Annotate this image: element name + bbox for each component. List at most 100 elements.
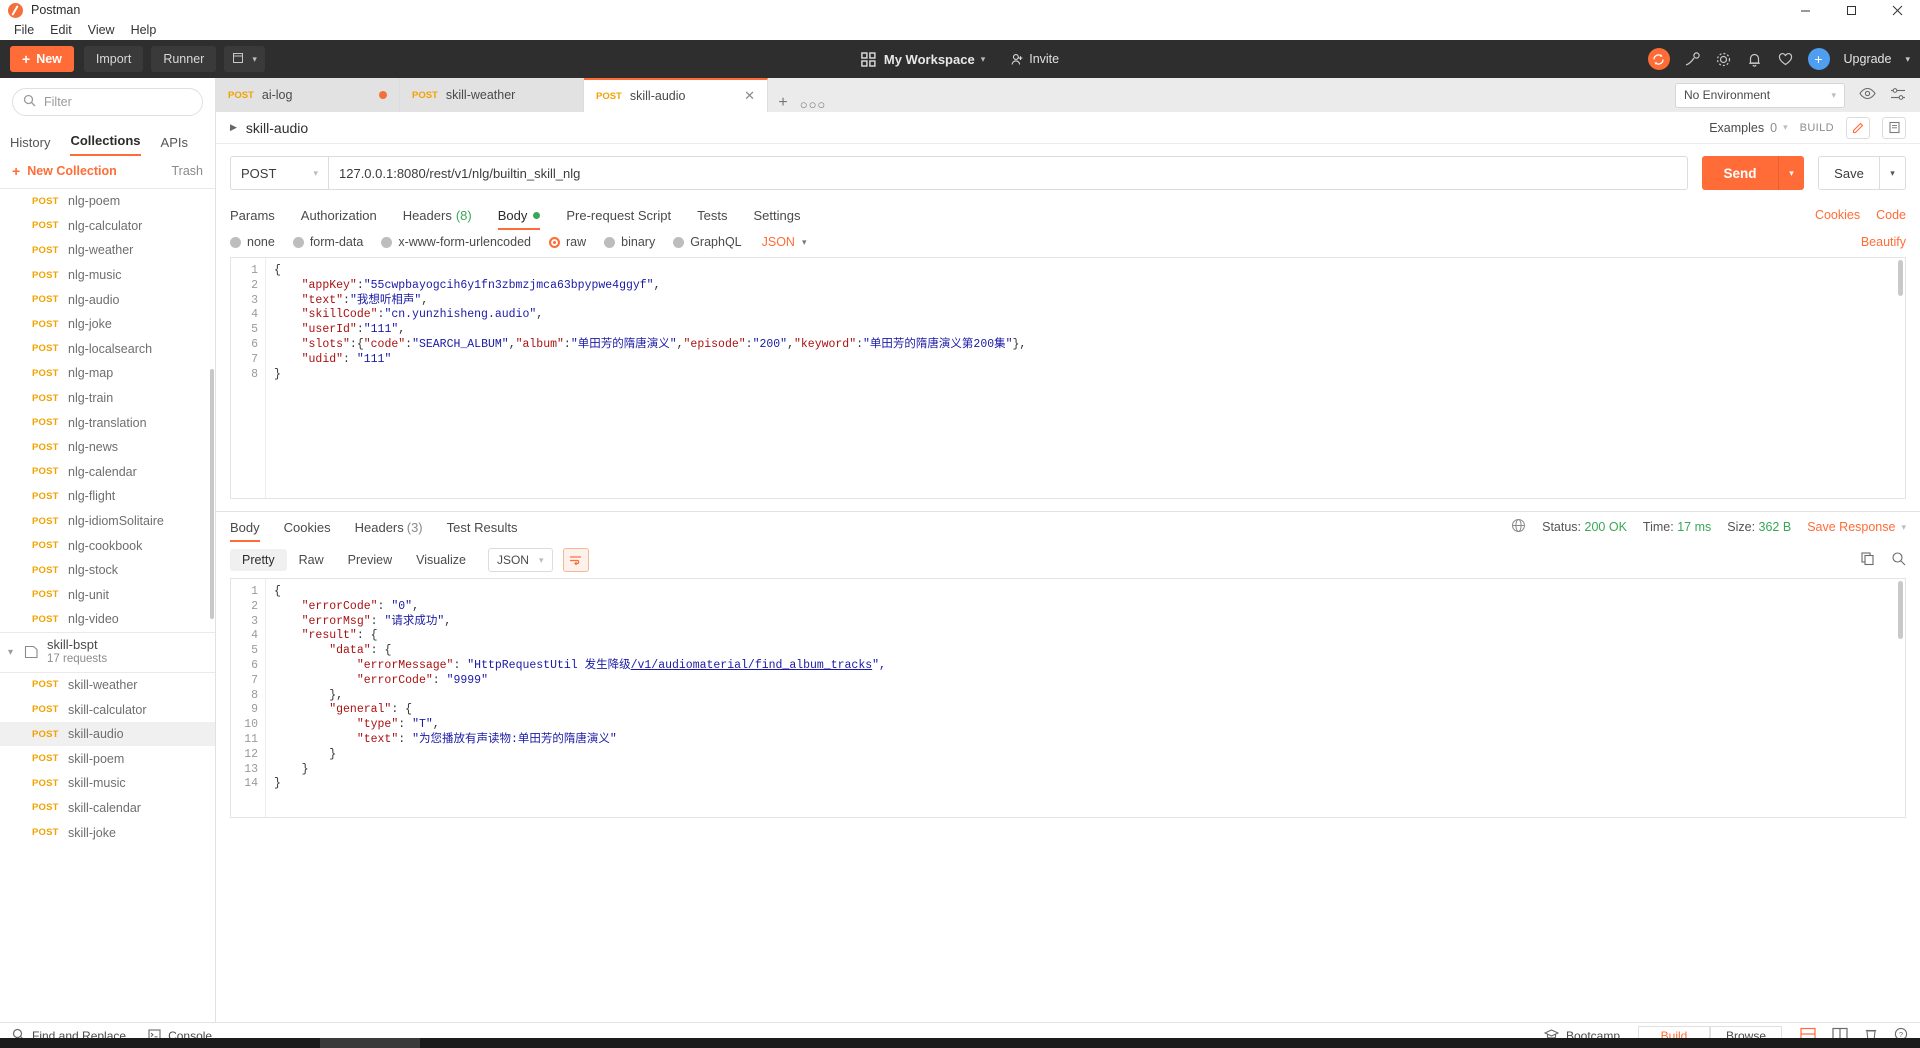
response-view-preview[interactable]: Preview	[336, 549, 404, 571]
sidebar-request-skill-calendar[interactable]: POST skill-calendar	[0, 796, 215, 821]
body-type-raw[interactable]: raw	[549, 235, 586, 249]
menu-item-help[interactable]: Help	[123, 23, 165, 37]
sidebar-request-nlg-weather[interactable]: POST nlg-weather	[0, 238, 215, 263]
close-tab-icon[interactable]: ✕	[744, 88, 755, 104]
gear-icon[interactable]	[1715, 51, 1732, 68]
method-selector[interactable]: POST ▾	[230, 156, 328, 190]
body-type-form-data[interactable]: form-data	[292, 235, 363, 249]
tab-apis[interactable]: APIs	[161, 135, 188, 156]
sidebar-request-nlg-poem[interactable]: POST nlg-poem	[0, 189, 215, 214]
sidebar-request-nlg-idiomSolitaire[interactable]: POST nlg-idiomSolitaire	[0, 509, 215, 534]
response-tab-test-results[interactable]: Test Results	[447, 512, 518, 542]
menu-item-file[interactable]: File	[6, 23, 42, 37]
sidebar-folder-skill-bspt[interactable]: ▾ skill-bspt 17 requests	[0, 631, 215, 673]
response-view-raw[interactable]: Raw	[287, 549, 336, 571]
new-button[interactable]: + New	[10, 46, 74, 72]
request-tab-settings[interactable]: Settings	[753, 200, 800, 230]
request-tab-skill-weather[interactable]: POST skill-weather	[400, 78, 584, 112]
sidebar-request-nlg-stock[interactable]: POST nlg-stock	[0, 558, 215, 583]
sidebar-request-nlg-audio[interactable]: POST nlg-audio	[0, 287, 215, 312]
menu-item-view[interactable]: View	[80, 23, 123, 37]
sidebar-request-nlg-news[interactable]: POST nlg-news	[0, 435, 215, 460]
body-format-selector[interactable]: JSON ▾	[762, 235, 807, 249]
sidebar-request-skill-audio[interactable]: POST skill-audio	[0, 721, 215, 747]
sidebar-request-nlg-translation[interactable]: POST nlg-translation	[0, 410, 215, 435]
response-body-viewer[interactable]: 1 2 3 4 5 6 7 8 9 10 11 12 13 14 { "errorCode": "0", …	[230, 578, 1906, 818]
response-viewer-scrollbar[interactable]	[1898, 581, 1903, 639]
tab-history[interactable]: History	[10, 135, 50, 156]
eye-icon[interactable]	[1859, 87, 1876, 103]
request-tab-pre-request-script[interactable]: Pre-request Script	[566, 200, 671, 230]
examples-button[interactable]: Examples 0 ▾	[1709, 121, 1787, 135]
search-icon[interactable]	[1891, 551, 1906, 569]
save-button[interactable]: Save	[1818, 156, 1880, 190]
chevron-down-icon[interactable]: ▾	[1905, 54, 1910, 65]
edit-comment-button[interactable]	[1846, 116, 1870, 139]
sidebar-request-nlg-flight[interactable]: POST nlg-flight	[0, 484, 215, 509]
new-collection-button[interactable]: + New Collection	[12, 163, 117, 179]
save-response-button[interactable]: Save Response ▾	[1807, 520, 1906, 534]
sync-status-icon[interactable]	[1647, 48, 1670, 70]
sidebar-request-nlg-cookbook[interactable]: POST nlg-cookbook	[0, 533, 215, 558]
body-type-binary[interactable]: binary	[604, 235, 655, 249]
request-tab-skill-audio[interactable]: POST skill-audio ✕	[584, 78, 768, 112]
maximize-button[interactable]	[1828, 0, 1874, 20]
body-type-none[interactable]: none	[230, 235, 275, 249]
request-body-editor[interactable]: 12345678 { "appKey":"55cwpbayogcih6y1fn3…	[230, 257, 1906, 499]
tab-collections[interactable]: Collections	[70, 133, 141, 156]
request-tab-params[interactable]: Params	[230, 200, 275, 230]
request-tab-tests[interactable]: Tests	[697, 200, 727, 230]
request-tab-headers[interactable]: Headers (8)	[403, 200, 472, 230]
send-options-button[interactable]: ▾	[1778, 156, 1804, 190]
response-format-selector[interactable]: JSON ▾	[487, 548, 553, 572]
upgrade-label[interactable]: Upgrade	[1844, 52, 1892, 66]
sidebar-request-skill-joke[interactable]: POST skill-joke	[0, 820, 215, 845]
sidebar-request-nlg-map[interactable]: POST nlg-map	[0, 361, 215, 386]
minimize-button[interactable]	[1782, 0, 1828, 20]
request-editor-scrollbar[interactable]	[1898, 260, 1903, 296]
sidebar-request-skill-music[interactable]: POST skill-music	[0, 771, 215, 796]
add-account-button[interactable]: +	[1807, 48, 1830, 70]
invite-button[interactable]: Invite	[1011, 52, 1059, 66]
request-tab-authorization[interactable]: Authorization	[301, 200, 377, 230]
sidebar-request-skill-calculator[interactable]: POST skill-calculator	[0, 697, 215, 722]
response-view-pretty[interactable]: Pretty	[230, 549, 287, 571]
chevron-right-icon[interactable]: ▶	[230, 122, 237, 133]
wrap-lines-button[interactable]	[562, 548, 589, 572]
sidebar-request-nlg-localsearch[interactable]: POST nlg-localsearch	[0, 337, 215, 362]
sidebar-request-nlg-video[interactable]: POST nlg-video	[0, 607, 215, 632]
request-body-code[interactable]: { "appKey":"55cwpbayogcih6y1fn3zbmzjmca6…	[265, 258, 1905, 498]
sidebar-scrollbar[interactable]	[210, 369, 214, 619]
trash-button[interactable]: Trash	[172, 164, 204, 178]
heart-icon[interactable]	[1777, 51, 1794, 68]
body-type-x-www-form-urlencoded[interactable]: x-www-form-urlencoded	[381, 235, 531, 249]
save-options-button[interactable]: ▾	[1880, 156, 1906, 190]
tab-options-button[interactable]: ○○○	[798, 97, 828, 112]
request-tab-ai-log[interactable]: POST ai-log	[216, 78, 400, 112]
workspace-selector[interactable]: My Workspace ▾ Invite	[861, 52, 1059, 67]
response-body-code[interactable]: { "errorCode": "0", "errorMsg": "请求成功", …	[265, 579, 1905, 817]
new-tab-button[interactable]: +	[768, 94, 798, 112]
sidebar-request-skill-weather[interactable]: POST skill-weather	[0, 673, 215, 698]
search-input[interactable]: Filter	[12, 88, 203, 116]
code-link[interactable]: Code	[1876, 208, 1906, 222]
response-view-visualize[interactable]: Visualize	[404, 549, 478, 571]
body-type-GraphQL[interactable]: GraphQL	[673, 235, 742, 249]
send-button[interactable]: Send	[1702, 156, 1778, 190]
new-window-button[interactable]: ▾	[224, 46, 265, 72]
import-button[interactable]: Import	[83, 46, 144, 72]
response-tab-headers[interactable]: Headers (3)	[355, 512, 423, 542]
response-tab-cookies[interactable]: Cookies	[284, 512, 331, 542]
environment-selector[interactable]: No Environment ▾	[1675, 82, 1845, 108]
sidebar-request-nlg-calendar[interactable]: POST nlg-calendar	[0, 460, 215, 485]
sidebar-request-nlg-joke[interactable]: POST nlg-joke	[0, 312, 215, 337]
menu-item-edit[interactable]: Edit	[42, 23, 80, 37]
request-tab-body[interactable]: Body	[497, 200, 541, 230]
response-tab-body[interactable]: Body	[230, 512, 260, 542]
settings-sliders-icon[interactable]	[1890, 87, 1906, 104]
cookies-link[interactable]: Cookies	[1815, 208, 1860, 222]
sidebar-request-skill-poem[interactable]: POST skill-poem	[0, 746, 215, 771]
satellite-icon[interactable]	[1684, 51, 1701, 68]
copy-icon[interactable]	[1860, 551, 1875, 569]
url-input[interactable]: 127.0.0.1:8080/rest/v1/nlg/builtin_skill…	[328, 156, 1688, 190]
